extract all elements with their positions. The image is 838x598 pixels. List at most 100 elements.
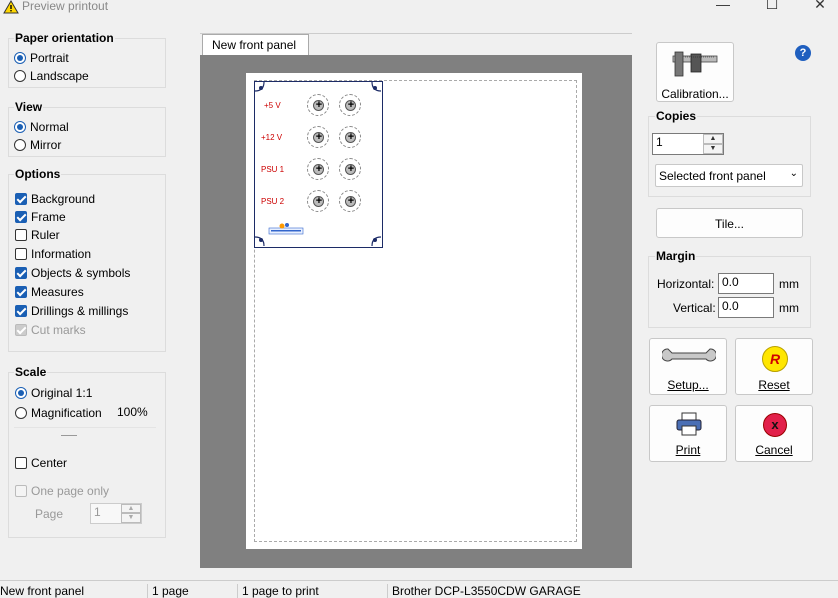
copies-scope-select[interactable]: Selected front panel ⌄ (655, 164, 803, 187)
reset-button[interactable]: R Reset (735, 338, 813, 395)
measures-label: Measures (31, 285, 84, 299)
drillings-millings-label: Drillings & millings (31, 304, 129, 318)
checkbox-indicator (15, 324, 27, 336)
portrait-radio[interactable]: Portrait (14, 50, 69, 66)
reset-icon: R (762, 346, 788, 372)
margin-title: Margin (655, 249, 697, 263)
radio-indicator[interactable] (14, 70, 26, 82)
calibration-button[interactable]: Calibration... (656, 42, 734, 102)
jack-icon (339, 190, 362, 212)
close-window-button[interactable]: ✕ (800, 0, 838, 16)
panel-label-psu2: PSU 2 (261, 197, 285, 206)
jack-icon (307, 126, 330, 148)
information-label: Information (31, 247, 92, 261)
front-panel-preview: +5 V +12 V PSU 1 PSU 2 (254, 81, 383, 248)
mirror-radio[interactable]: Mirror (14, 137, 61, 153)
cut-marks-label: Cut marks (31, 323, 86, 337)
status-pages-to-print: 1 page to print (237, 584, 319, 598)
drillings-millings-checkbox[interactable]: Drillings & millings (15, 303, 128, 319)
maximize-button[interactable]: ☐ (752, 0, 792, 16)
status-pages: 1 page (147, 584, 189, 598)
print-button[interactable]: Print (649, 405, 727, 462)
objects-symbols-checkbox[interactable]: Objects & symbols (15, 265, 130, 281)
minimize-button[interactable]: — (703, 0, 743, 16)
tab-new-front-panel[interactable]: New front panel (202, 34, 309, 55)
tile-label: Tile... (715, 217, 744, 231)
checkbox-indicator[interactable] (15, 286, 27, 298)
frame-checkbox[interactable]: Frame (15, 209, 66, 225)
portrait-label: Portrait (30, 51, 69, 65)
setup-label: Setup... (667, 378, 709, 392)
status-printer: Brother DCP-L3550CDW GARAGE (387, 584, 581, 598)
horizontal-label: Horizontal: (657, 277, 715, 291)
radio-indicator[interactable] (14, 139, 26, 151)
page-value: 1 (94, 505, 101, 519)
checkbox-indicator[interactable] (15, 457, 27, 469)
print-label: Print (675, 443, 701, 457)
landscape-label: Landscape (30, 69, 89, 83)
measures-checkbox[interactable]: Measures (15, 284, 84, 300)
calibration-label: Calibration... (661, 87, 729, 101)
vertical-margin-input[interactable]: 0.0 (718, 297, 774, 318)
objects-symbols-label: Objects & symbols (31, 266, 131, 280)
cancel-label: Cancel (755, 443, 793, 457)
magnification-label: Magnification (31, 406, 102, 420)
magnification-value: 100% (117, 405, 148, 419)
one-page-only-label: One page only (31, 484, 110, 498)
original-radio[interactable]: Original 1:1 (15, 385, 92, 401)
landscape-radio[interactable]: Landscape (14, 68, 89, 84)
radio-indicator[interactable] (15, 407, 27, 419)
center-label: Center (31, 456, 68, 470)
jack-icon (307, 94, 330, 116)
horizontal-margin-input[interactable]: 0.0 (718, 273, 774, 294)
ruler-checkbox[interactable]: Ruler (15, 227, 60, 243)
setup-button[interactable]: Setup... (649, 338, 727, 395)
caliper-icon (672, 51, 718, 77)
normal-radio[interactable]: Normal (14, 119, 69, 135)
wrench-icon (662, 348, 716, 362)
horizontal-margin-value: 0.0 (722, 275, 739, 289)
vertical-margin-value: 0.0 (722, 299, 739, 313)
scale-slider-track[interactable] (61, 435, 77, 436)
checkbox-indicator[interactable] (15, 211, 27, 223)
radio-indicator[interactable] (14, 52, 26, 64)
copies-spin-up[interactable]: ▲ (703, 134, 723, 144)
help-icon[interactable]: ? (795, 45, 811, 61)
cancel-icon: x (763, 413, 787, 437)
one-page-only-checkbox: One page only (15, 483, 109, 499)
center-checkbox[interactable]: Center (15, 455, 67, 471)
title-bar: Preview printout — ☐ ✕ (0, 0, 838, 16)
page-label: Page (35, 507, 64, 521)
checkbox-indicator[interactable] (15, 267, 27, 279)
view-title: View (14, 100, 44, 114)
copies-scope-value: Selected front panel (659, 169, 766, 183)
panel-label-12v: +12 V (261, 133, 283, 142)
window-title: Preview printout (22, 0, 109, 13)
vertical-unit: mm (779, 301, 799, 315)
background-label: Background (31, 192, 96, 206)
panel-label-5v: +5 V (264, 101, 281, 110)
checkbox-indicator (15, 485, 27, 497)
radio-indicator[interactable] (14, 121, 26, 133)
jack-icon (307, 190, 330, 212)
jack-icon (307, 158, 330, 180)
vertical-label: Vertical: (673, 301, 716, 315)
scale-title: Scale (14, 365, 48, 379)
background-checkbox[interactable]: Background (15, 191, 95, 207)
checkbox-indicator[interactable] (15, 229, 27, 241)
frame-label: Frame (31, 210, 66, 224)
checkbox-indicator[interactable] (15, 193, 27, 205)
checkbox-indicator[interactable] (15, 248, 27, 260)
jack-icon (339, 126, 362, 148)
mirror-label: Mirror (30, 138, 62, 152)
copies-spin-down[interactable]: ▼ (703, 144, 723, 154)
tile-button[interactable]: Tile... (656, 208, 803, 238)
page-spin-up: ▲ (121, 504, 141, 513)
horizontal-unit: mm (779, 277, 799, 291)
radio-indicator[interactable] (15, 387, 27, 399)
checkbox-indicator[interactable] (15, 305, 27, 317)
cancel-button[interactable]: x Cancel (735, 405, 813, 462)
information-checkbox[interactable]: Information (15, 246, 91, 262)
magnification-radio[interactable]: Magnification (15, 405, 102, 421)
original-label: Original 1:1 (31, 386, 93, 400)
